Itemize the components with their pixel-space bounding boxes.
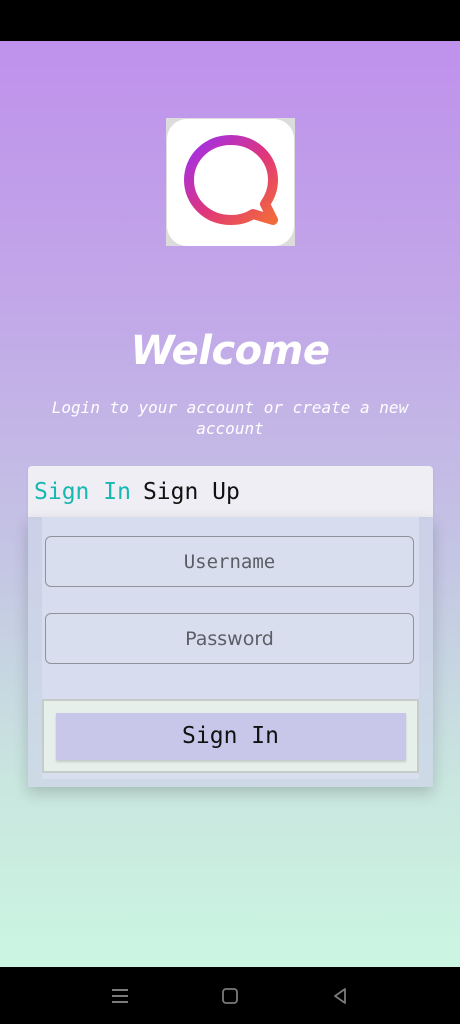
back-icon [334,987,346,1004]
home-icon [222,987,238,1004]
menu-button[interactable] [90,967,150,1024]
sign-in-button[interactable]: Sign In [55,712,406,760]
username-field[interactable]: Username [45,536,414,587]
logo-tile [167,118,294,246]
tab-sign-up[interactable]: Sign Up [143,479,240,505]
home-button[interactable] [200,967,260,1024]
login-card: Username Password Sign In [28,517,433,787]
app-logo [166,118,295,246]
app-screen: Welcome Login to your account or create … [0,41,460,967]
password-field[interactable]: Password [45,613,414,664]
login-form: Username Password Sign In [42,517,419,779]
menu-icon [112,988,128,1003]
status-bar [0,0,460,41]
welcome-subtitle: Login to your account or create a new ac… [51,398,409,438]
submit-button-frame: Sign In [42,699,419,773]
auth-tab-bar: Sign In Sign Up [28,466,433,517]
welcome-title: Welcome [130,328,330,374]
tab-sign-in[interactable]: Sign In [34,479,131,505]
chat-bubble-icon [183,135,278,225]
back-button[interactable] [310,967,370,1024]
system-nav-bar [0,967,460,1024]
